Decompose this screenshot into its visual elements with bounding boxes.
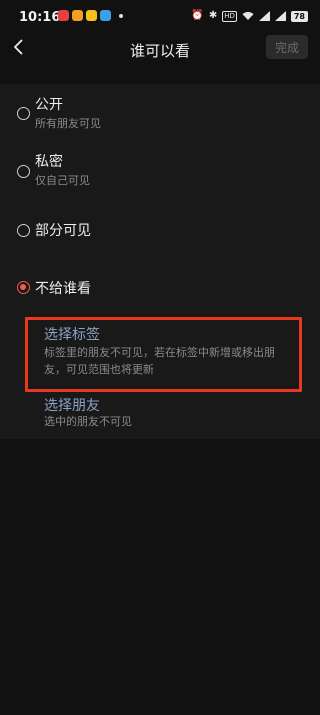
vibrate-icon: ✱: [208, 10, 218, 21]
select-friends-desc: 选中的朋友不可见: [44, 415, 132, 428]
status-time: 10:16: [19, 10, 61, 25]
radio-private[interactable]: [17, 165, 30, 178]
signal-icon: [258, 11, 270, 21]
done-button[interactable]: 完成: [266, 35, 308, 59]
more-notifications-dot-icon: [119, 13, 123, 18]
radio-partial[interactable]: [17, 224, 30, 237]
system-icons: ⏰ ✱ HD 78: [191, 10, 308, 22]
option-partial[interactable]: 部分可见: [0, 220, 320, 244]
app-notification-icon: [58, 10, 69, 21]
app-notification-icon: [100, 10, 111, 21]
app-notification-icon: [72, 10, 83, 21]
radio-exclude-selected[interactable]: [17, 281, 30, 294]
select-friends-title: 选择朋友: [44, 398, 100, 414]
alarm-icon: ⏰: [191, 10, 204, 21]
option-title: 部分可见: [35, 223, 91, 239]
option-desc: 所有朋友可见: [35, 117, 101, 130]
status-bar: 10:16 ⏰ ✱ HD 78: [0, 0, 320, 34]
option-exclude[interactable]: 不给谁看: [0, 278, 320, 302]
wifi-icon: [242, 12, 254, 20]
navigation-header: 谁可以看 完成: [0, 34, 320, 84]
radio-public[interactable]: [17, 107, 30, 120]
app-notification-icon: [86, 10, 97, 21]
option-title: 不给谁看: [35, 281, 91, 297]
sub-option-select-friends[interactable]: 选择朋友 选中的朋友不可见: [0, 393, 320, 433]
option-desc: 仅自己可见: [35, 174, 90, 187]
highlight-annotation-box: [25, 317, 302, 392]
option-title: 私密: [35, 154, 63, 170]
option-public[interactable]: 公开 所有朋友可见: [0, 91, 320, 133]
option-private[interactable]: 私密 仅自己可见: [0, 148, 320, 190]
option-title: 公开: [35, 97, 63, 113]
notification-icons: [58, 10, 123, 21]
battery-icon: 78: [290, 10, 308, 22]
hd-icon: HD: [222, 10, 237, 22]
signal-icon-2: [274, 11, 286, 21]
